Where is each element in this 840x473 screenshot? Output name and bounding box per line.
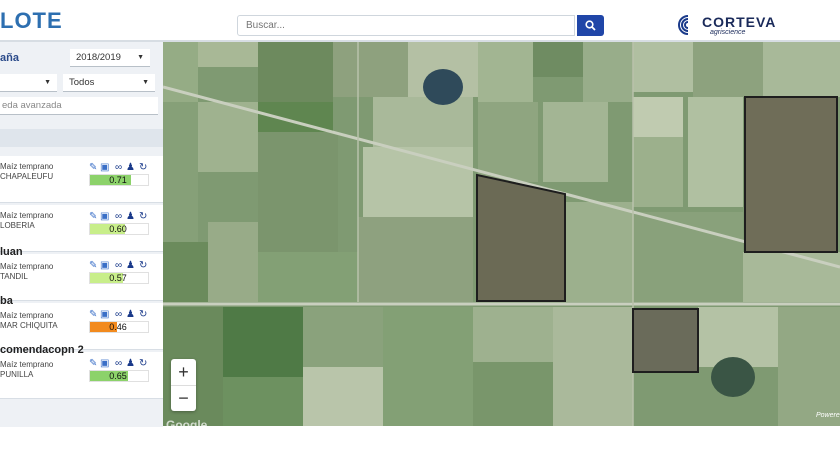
map-provider-logo: Google: [166, 418, 208, 432]
field-index-bar: 0.65: [89, 370, 149, 382]
field-card-location: PUNILLA: [0, 370, 34, 379]
users-icon[interactable]: ♟: [126, 261, 136, 271]
field-index-value: 0.60: [109, 224, 127, 234]
region-select[interactable]: ▼: [0, 74, 57, 92]
field-index-bar: 0.60: [89, 223, 149, 235]
field-card-crop: Maíz temprano: [0, 162, 54, 171]
field-card-crop: Maíz temprano: [0, 262, 54, 271]
history-icon[interactable]: ↻: [139, 261, 149, 271]
top-bar: LOTE CORTEVA agriscience: [0, 0, 840, 42]
field-index-bar: 0.46: [89, 321, 149, 333]
delete-icon[interactable]: ▣: [100, 163, 110, 173]
chevron-down-icon: ▼: [137, 54, 144, 61]
delete-icon[interactable]: ▣: [100, 212, 110, 222]
campaign-label: aña: [0, 52, 19, 64]
glasses-icon[interactable]: ∞: [115, 212, 125, 222]
chevron-down-icon: ▼: [142, 79, 149, 86]
users-icon[interactable]: ♟: [126, 163, 136, 173]
glasses-icon[interactable]: ∞: [115, 163, 125, 173]
zoom-control: + −: [171, 359, 196, 411]
search-input[interactable]: [237, 15, 575, 36]
glasses-icon[interactable]: ∞: [115, 359, 125, 369]
field-card-location: LOBERIA: [0, 221, 35, 230]
history-icon[interactable]: ↻: [139, 359, 149, 369]
field-index-value: 0.46: [109, 322, 127, 332]
edit-icon[interactable]: ✎: [89, 163, 99, 173]
history-icon[interactable]: ↻: [139, 310, 149, 320]
field-card-title: ba: [0, 295, 13, 307]
campaign-select[interactable]: 2018/2019 ▼: [70, 49, 150, 67]
users-icon[interactable]: ♟: [126, 212, 136, 222]
search-button[interactable]: [577, 15, 604, 36]
search-bar: [237, 15, 604, 36]
zoom-out-button[interactable]: −: [171, 385, 196, 411]
field-card-crop: Maíz temprano: [0, 311, 54, 320]
field-card-crop: Maíz temprano: [0, 211, 54, 220]
field-card-title: luan: [0, 246, 23, 258]
edit-icon[interactable]: ✎: [89, 212, 99, 222]
advanced-search-input[interactable]: eda avanzada: [0, 97, 158, 115]
field-card-location: MAR CHIQUITA: [0, 321, 58, 330]
field-index-value: 0.65: [109, 371, 127, 381]
field-card[interactable]: Maíz temprano LOBERIA ✎ ▣ ∞ ♟ ↻ 0.60: [0, 205, 163, 252]
field-card[interactable]: luan Maíz temprano TANDIL ✎ ▣ ∞ ♟ ↻ 0.57: [0, 246, 163, 301]
field-card-location: CHAPALEUFU: [0, 172, 54, 181]
users-icon[interactable]: ♟: [126, 359, 136, 369]
glasses-icon[interactable]: ∞: [115, 261, 125, 271]
field-index-value: 0.57: [109, 273, 127, 283]
history-icon[interactable]: ↻: [139, 163, 149, 173]
field-card-title: comendacopn 2: [0, 344, 84, 356]
delete-icon[interactable]: ▣: [100, 261, 110, 271]
corteva-name: CORTEVA: [702, 14, 777, 30]
zoom-in-button[interactable]: +: [171, 359, 196, 386]
corteva-tagline: agriscience: [710, 29, 746, 36]
history-icon[interactable]: ↻: [139, 212, 149, 222]
field-index-bar: 0.71: [89, 174, 149, 186]
field-card[interactable]: ba Maíz temprano MAR CHIQUITA ✎ ▣ ∞ ♟ ↻ 0.46: [0, 295, 163, 350]
search-icon: [585, 20, 596, 31]
field-index-bar: 0.57: [89, 272, 149, 284]
field-index-value: 0.71: [109, 175, 127, 185]
delete-icon[interactable]: ▣: [100, 310, 110, 320]
map-attribution: Powere: [816, 412, 840, 419]
satellite-map[interactable]: [163, 42, 840, 426]
map-imagery[interactable]: [163, 42, 840, 426]
app-logo[interactable]: LOTE: [0, 8, 63, 34]
field-card[interactable]: comendacopn 2 Maíz temprano PUNILLA ✎ ▣ ∞ ♟ ↻ 0.…: [0, 344, 163, 399]
users-icon[interactable]: ♟: [126, 310, 136, 320]
field-card-location: TANDIL: [0, 272, 28, 281]
filter-select[interactable]: Todos ▼: [63, 74, 155, 92]
edit-icon[interactable]: ✎: [89, 261, 99, 271]
edit-icon[interactable]: ✎: [89, 359, 99, 369]
field-card[interactable]: Maíz temprano CHAPALEUFU ✎ ▣ ∞ ♟ ↻ 0.71: [0, 156, 163, 203]
chevron-down-icon: ▼: [44, 79, 51, 86]
glasses-icon[interactable]: ∞: [115, 310, 125, 320]
corteva-mark-icon: [678, 15, 689, 35]
list-header: [0, 129, 163, 147]
delete-icon[interactable]: ▣: [100, 359, 110, 369]
edit-icon[interactable]: ✎: [89, 310, 99, 320]
field-card-crop: Maíz temprano: [0, 360, 54, 369]
